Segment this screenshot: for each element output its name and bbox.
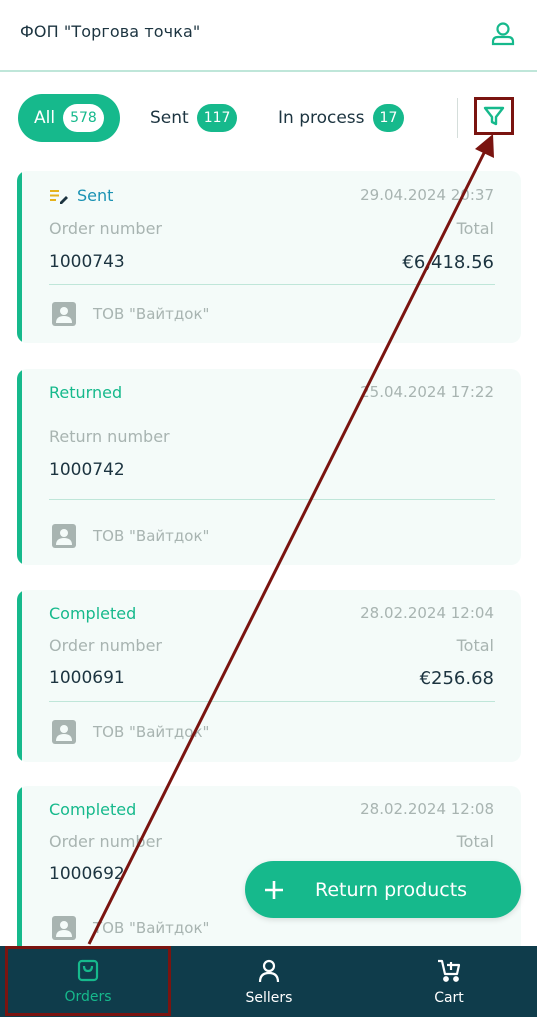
order-number: 1000692 <box>49 864 125 884</box>
fab-label: Return products <box>315 878 468 901</box>
filter-button[interactable] <box>474 97 514 135</box>
tab-in-process[interactable]: In process 17 <box>278 94 405 142</box>
total-label: Total <box>456 219 494 238</box>
return-products-button[interactable]: Return products <box>245 861 521 918</box>
nav-sellers[interactable]: Sellers <box>185 946 353 1017</box>
total-label: Total <box>456 832 494 851</box>
tab-all[interactable]: All 578 <box>18 94 120 142</box>
tab-count-badge: 17 <box>372 104 405 132</box>
app-header: ФОП "Торгова точка" <box>0 0 537 72</box>
seller-avatar-icon <box>52 302 76 326</box>
seller-info: ТОВ "Вайтдок" <box>52 302 209 326</box>
order-total: €256.68 <box>419 668 494 689</box>
order-card[interactable]: Completed 28.02.2024 12:04 Order number … <box>17 590 521 762</box>
order-date: 28.02.2024 12:08 <box>360 800 494 818</box>
tab-label: All <box>34 108 56 128</box>
page-title: ФОП "Торгова точка" <box>20 22 201 41</box>
seller-info: ТОВ "Вайтдок" <box>52 720 209 744</box>
status-label: Completed <box>49 800 137 819</box>
order-number-label: Order number <box>49 219 162 238</box>
status-label: Sent <box>49 186 113 205</box>
order-number: 1000691 <box>49 668 125 688</box>
order-date: 29.04.2024 20:37 <box>360 186 494 204</box>
status-label: Returned <box>49 383 123 402</box>
tab-label: Sent <box>150 108 189 128</box>
seller-avatar-icon <box>52 720 76 744</box>
status-tabs: All 578 Sent 117 In process 17 <box>0 73 537 167</box>
card-divider <box>49 284 495 285</box>
tab-count-badge: 578 <box>63 104 104 132</box>
order-total: €6,418.56 <box>402 252 494 273</box>
cart-icon <box>438 959 461 982</box>
card-accent-bar <box>17 590 22 762</box>
user-icon[interactable] <box>488 19 518 49</box>
seller-avatar-icon <box>52 524 76 548</box>
total-label: Total <box>456 636 494 655</box>
filter-icon <box>483 106 505 126</box>
tab-sent[interactable]: Sent 117 <box>150 94 238 142</box>
return-number-label: Return number <box>49 427 170 446</box>
seller-info: ТОВ "Вайтдок" <box>52 916 209 940</box>
card-accent-bar <box>17 786 22 958</box>
card-accent-bar <box>17 369 22 565</box>
card-divider <box>49 701 495 702</box>
order-card[interactable]: Sent 29.04.2024 20:37 Order number Total… <box>17 171 521 343</box>
card-divider <box>49 499 495 500</box>
tabs-divider <box>457 98 458 138</box>
order-number: 1000743 <box>49 252 125 272</box>
nav-orders[interactable]: Orders <box>5 946 171 1016</box>
order-card[interactable]: Returned 25.04.2024 17:22 Return number … <box>17 369 521 565</box>
tab-count-badge: 117 <box>196 104 238 132</box>
return-number: 1000742 <box>49 460 125 480</box>
tab-label: In process <box>278 108 365 128</box>
edit-list-icon <box>50 189 68 204</box>
status-label: Completed <box>49 604 137 623</box>
nav-cart[interactable]: Cart <box>365 946 533 1017</box>
shopping-bag-icon <box>77 959 99 982</box>
bottom-nav: Orders Sellers Cart <box>0 946 537 1017</box>
order-number-label: Order number <box>49 832 162 851</box>
order-date: 28.02.2024 12:04 <box>360 604 494 622</box>
order-date: 25.04.2024 17:22 <box>360 383 494 401</box>
card-accent-bar <box>17 171 22 343</box>
plus-icon <box>265 880 283 899</box>
person-icon <box>258 959 280 982</box>
seller-avatar-icon <box>52 916 76 940</box>
seller-info: ТОВ "Вайтдок" <box>52 524 209 548</box>
order-number-label: Order number <box>49 636 162 655</box>
